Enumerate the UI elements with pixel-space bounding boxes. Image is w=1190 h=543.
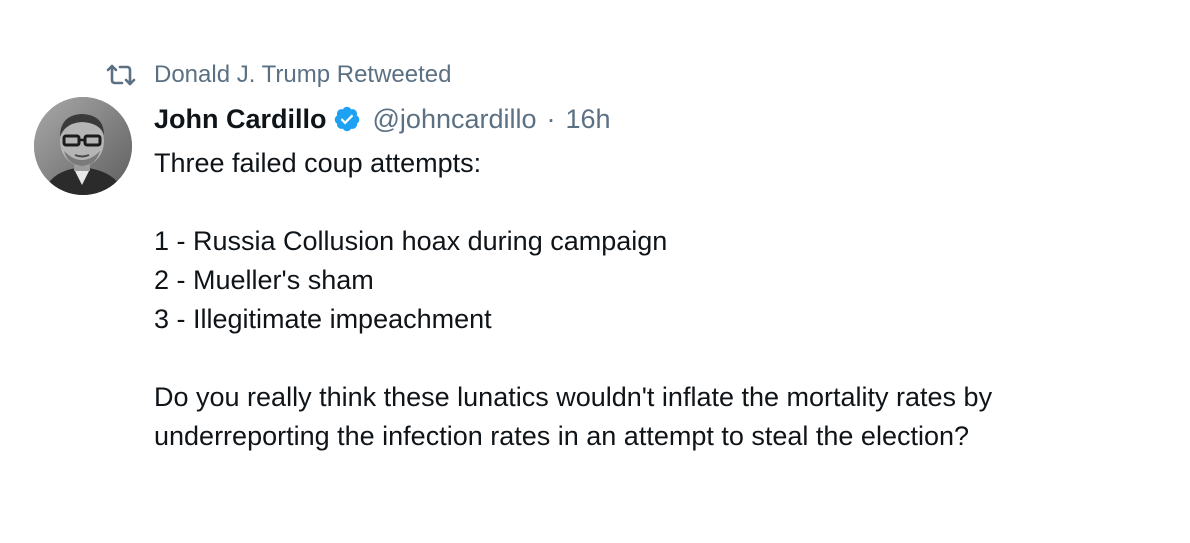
tweet-line: Do you really think these lunatics would… [154, 382, 993, 412]
tweet-header: John Cardillo @johncardillo · 16h [154, 100, 611, 138]
tweet-line: 3 - Illegitimate impeachment [154, 304, 492, 334]
verified-badge-icon [333, 105, 361, 133]
retweet-label: Donald J. Trump Retweeted [154, 61, 452, 88]
tweet-line: 2 - Mueller's sham [154, 265, 374, 295]
tweet-text: Three failed coup attempts: 1 - Russia C… [154, 144, 1164, 456]
tweet-card[interactable]: Donald J. Trump Retweeted John Cardillo … [0, 0, 1190, 543]
user-handle[interactable]: @johncardillo [373, 104, 537, 135]
retweet-context[interactable]: Donald J. Trump Retweeted [106, 59, 451, 91]
display-name[interactable]: John Cardillo [154, 104, 327, 135]
tweet-line: underreporting the infection rates in an… [154, 421, 970, 451]
avatar[interactable] [34, 97, 132, 195]
header-separator: · [546, 103, 556, 134]
tweet-timestamp[interactable]: 16h [566, 104, 611, 135]
tweet-line: Three failed coup attempts: [154, 148, 482, 178]
retweet-icon [106, 63, 136, 87]
tweet-line: 1 - Russia Collusion hoax during campaig… [154, 226, 668, 256]
